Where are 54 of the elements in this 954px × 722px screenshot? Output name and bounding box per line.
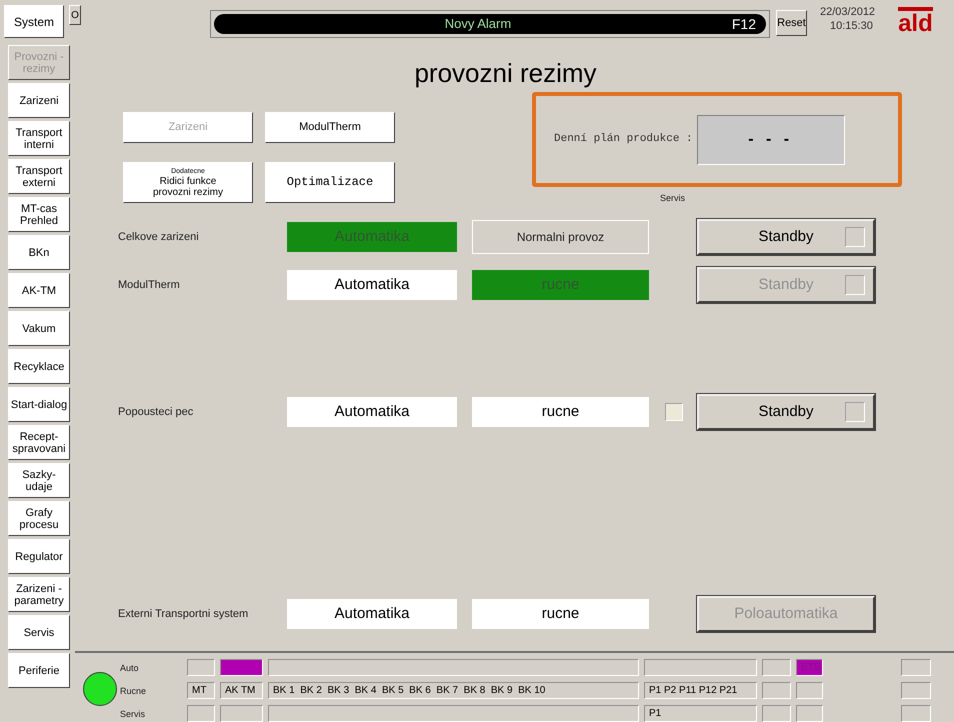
o-button[interactable]: O [69,5,81,25]
row-label: Celkove zarizeni [118,230,200,245]
sidebar-item[interactable]: Zarizeni - parametry [8,577,70,612]
row-label: Popousteci pec [118,404,194,420]
status-cell: AK TM [220,682,263,699]
sidebar-item[interactable]: Sazky-udaje [8,463,70,498]
status-label: Auto [120,662,140,675]
sidebar-item[interactable]: Periferie [8,653,70,688]
status-cell: BK 1 BK 2 BK 3 BK 4 BK 5 BK 6 BK 7 BK 8 BK 9 BK 10 [268,682,639,699]
status-cell: MT [187,682,215,699]
status-cell: P1 P2 P11 P12 P21 [644,682,757,699]
sidebar-item[interactable]: MT-cas Prehled [8,197,70,232]
sidebar-item[interactable]: BKn [8,235,70,270]
sidebar-item[interactable]: AK-TM [8,273,70,308]
checkbox[interactable] [845,402,865,422]
status-cell: ETS [796,659,823,676]
mode-button[interactable]: Normalni provoz [472,220,649,254]
mode-toggle[interactable]: Automatika [287,270,457,300]
sidebar-item[interactable]: Start-dialog [8,387,70,422]
sidebar-item[interactable]: Zarizeni [8,83,70,118]
value-field: - - - [696,114,845,164]
alarm-key: F12 [732,14,756,34]
sidebar-item[interactable]: Regulator [8,539,70,574]
system-button[interactable]: System [4,5,64,38]
standby-button[interactable]: Standby [697,394,875,430]
checkbox[interactable] [845,227,865,247]
field-label: Denní plán produkce : [554,132,693,148]
status-label: Rucne [120,685,148,698]
row-label: Externi Transportni system [118,606,250,622]
standby-button[interactable]: Standby [697,219,875,255]
sidebar-item[interactable]: Recept-spravovani [8,425,70,460]
time-text: 10:15:30 [829,19,874,33]
mode-toggle[interactable]: Automatika [287,397,457,427]
sidebar-item[interactable]: Transport interni [8,121,70,156]
logo: ald [898,7,933,37]
date-text: 22/03/2012 [820,5,876,19]
sidebar-item[interactable]: Grafy procesu [8,501,70,536]
nav-button[interactable]: ModulTherm [265,112,395,143]
mode-toggle[interactable]: rucne [472,599,649,629]
page-title: provozni rezimy [413,57,598,90]
alarm-text: Novy Alarm [444,15,512,34]
sidebar-item[interactable]: Recyklace [8,349,70,384]
row-label: ModulTherm [118,278,181,293]
section-label: Servis [660,192,686,205]
sidebar-item[interactable]: Servis [8,615,70,650]
sidebar-item[interactable]: Vakum [8,311,70,346]
mode-toggle[interactable]: Automatika [287,599,457,629]
mode-toggle[interactable]: rucne [472,397,649,427]
reset-button[interactable]: Reset [776,10,807,36]
checkbox[interactable] [665,403,683,421]
status-cell: P1 [644,705,757,722]
nav-button[interactable]: Optimalizace [265,162,395,203]
status-label: Servis [120,708,146,721]
sidebar-item[interactable]: Transport externi [8,159,70,194]
